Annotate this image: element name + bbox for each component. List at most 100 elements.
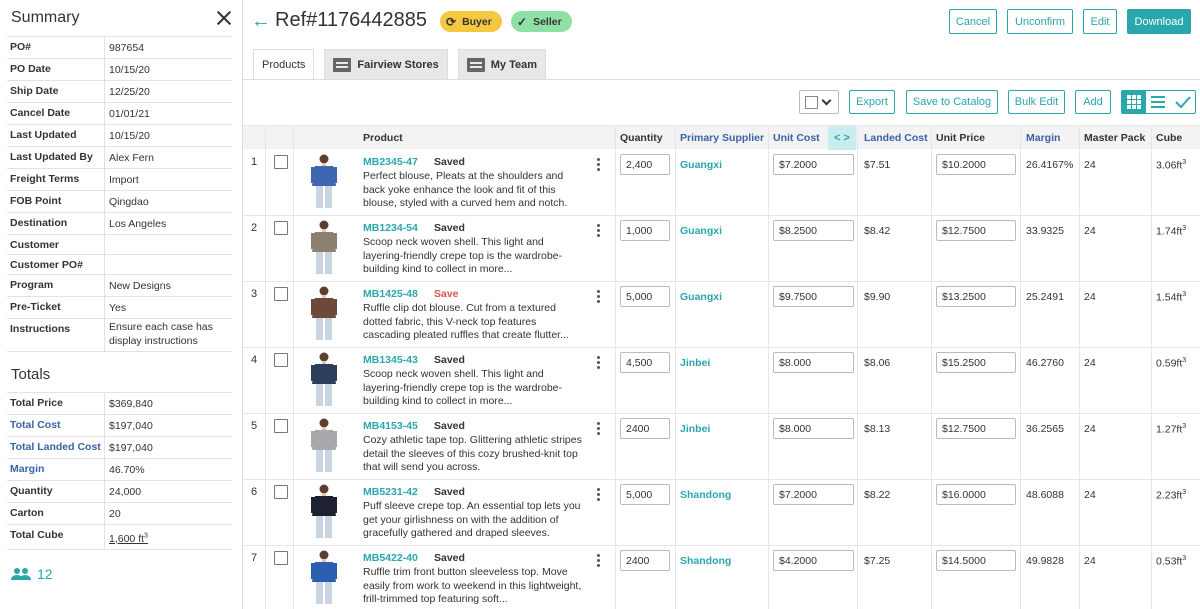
supplier-link[interactable]: Jinbei <box>680 357 710 369</box>
supplier-link[interactable]: Guangxi <box>680 159 722 171</box>
row-checkbox[interactable] <box>274 221 288 235</box>
unit-price-input[interactable] <box>936 220 1016 241</box>
product-sku-link[interactable]: MB2345-47 <box>363 156 418 168</box>
summary-row: Cancel Date 01/01/21 <box>7 103 232 125</box>
cube-value: 1.27ft3 <box>1156 423 1186 436</box>
master-pack-value: 24 <box>1084 489 1096 501</box>
quantity-input[interactable] <box>620 484 670 505</box>
supplier-link[interactable]: Shandong <box>680 489 731 501</box>
download-button[interactable]: Download <box>1127 9 1191 34</box>
quantity-input[interactable] <box>620 220 670 241</box>
close-icon[interactable] <box>216 10 232 26</box>
unit-cost-input[interactable] <box>773 484 854 505</box>
unit-price-input[interactable] <box>936 352 1016 373</box>
add-button[interactable]: Add <box>1075 90 1111 114</box>
row-checkbox[interactable] <box>274 485 288 499</box>
unit-cost-input[interactable] <box>773 418 854 439</box>
col-landed-cost[interactable]: Landed Cost <box>864 132 928 144</box>
sync-icon: ⟳ <box>446 14 457 29</box>
product-thumbnail[interactable] <box>307 483 341 541</box>
col-primary-supplier[interactable]: Primary Supplier <box>680 132 764 144</box>
unit-price-input[interactable] <box>936 286 1016 307</box>
save-to-catalog-button[interactable]: Save to Catalog <box>906 90 998 114</box>
cube-value: 3.06ft3 <box>1156 159 1186 172</box>
unit-cost-input[interactable] <box>773 352 854 373</box>
cancel-button[interactable]: Cancel <box>949 9 997 34</box>
unit-price-input[interactable] <box>936 484 1016 505</box>
product-sku-link[interactable]: MB1345-43 <box>363 354 418 366</box>
select-all-dropdown[interactable] <box>799 90 839 114</box>
more-vert-icon[interactable] <box>597 488 601 503</box>
quantity-input[interactable] <box>620 286 670 307</box>
view-toggle <box>1121 90 1196 114</box>
row-checkbox[interactable] <box>274 419 288 433</box>
more-vert-icon[interactable] <box>597 356 601 371</box>
tab-products-label: Products <box>262 59 306 71</box>
product-sku-link[interactable]: MB1234-54 <box>363 222 418 234</box>
totals-label: Margin <box>7 459 105 480</box>
product-sku-link[interactable]: MB1425-48 <box>363 288 418 300</box>
unit-cost-input[interactable] <box>773 154 854 175</box>
unit-price-input[interactable] <box>936 154 1016 175</box>
unit-price-input[interactable] <box>936 550 1016 571</box>
col-margin[interactable]: Margin <box>1026 132 1060 144</box>
tab-my-team[interactable]: My Team <box>457 49 547 79</box>
list-view-icon[interactable] <box>1146 91 1170 113</box>
column-scroll-arrows-icon[interactable]: < > <box>828 126 856 150</box>
product-thumbnail[interactable] <box>307 417 341 475</box>
quantity-input[interactable] <box>620 418 670 439</box>
totals-value: 20 <box>109 508 121 520</box>
supplier-link[interactable]: Guangxi <box>680 225 722 237</box>
col-quantity[interactable]: Quantity <box>620 132 663 144</box>
landed-cost-value: $9.90 <box>864 291 891 303</box>
unit-price-input[interactable] <box>936 418 1016 439</box>
team-count[interactable]: 12 <box>11 566 242 582</box>
more-vert-icon[interactable] <box>597 290 601 305</box>
supplier-link[interactable]: Jinbei <box>680 423 710 435</box>
unconfirm-button[interactable]: Unconfirm <box>1007 9 1073 34</box>
quantity-input[interactable] <box>620 352 670 373</box>
unit-cost-input[interactable] <box>773 550 854 571</box>
product-sku-link[interactable]: MB5422-40 <box>363 552 418 564</box>
unit-cost-input[interactable] <box>773 286 854 307</box>
product-thumbnail[interactable] <box>307 549 341 607</box>
bulk-edit-button[interactable]: Bulk Edit <box>1008 90 1065 114</box>
checklist-view-icon[interactable] <box>1171 91 1195 113</box>
row-checkbox[interactable] <box>274 287 288 301</box>
tab-products[interactable]: Products <box>253 49 315 80</box>
select-all-checkbox[interactable] <box>805 95 818 109</box>
edit-button[interactable]: Edit <box>1083 9 1117 34</box>
product-sku-link[interactable]: MB5231-42 <box>363 486 418 498</box>
summary-table: PO# 987654 PO Date 10/15/20 Ship Date 12/25/2… <box>7 36 232 352</box>
product-thumbnail[interactable] <box>307 351 341 409</box>
quantity-input[interactable] <box>620 154 670 175</box>
row-checkbox[interactable] <box>274 155 288 169</box>
unit-cost-input[interactable] <box>773 220 854 241</box>
product-thumbnail[interactable] <box>307 219 341 277</box>
export-button[interactable]: Export <box>849 90 895 114</box>
total-cube-link[interactable]: 1,600 ft3 <box>109 532 148 545</box>
row-checkbox[interactable] <box>274 353 288 367</box>
more-vert-icon[interactable] <box>597 422 601 437</box>
back-arrow-icon[interactable]: ← <box>251 10 271 33</box>
margin-value: 26.4167% <box>1026 159 1074 171</box>
tab-fairview-stores[interactable]: Fairview Stores <box>324 49 448 79</box>
col-unit-cost[interactable]: Unit Cost <box>773 132 820 144</box>
product-thumbnail[interactable] <box>307 153 341 211</box>
grid-view-icon[interactable] <box>1122 91 1147 113</box>
col-cube[interactable]: Cube <box>1156 132 1182 144</box>
supplier-link[interactable]: Shandong <box>680 555 731 567</box>
row-checkbox[interactable] <box>274 551 288 565</box>
more-vert-icon[interactable] <box>597 554 601 569</box>
quantity-input[interactable] <box>620 550 670 571</box>
more-vert-icon[interactable] <box>597 158 601 173</box>
summary-label: Freight Terms <box>7 169 105 190</box>
landed-cost-value: $8.42 <box>864 225 891 237</box>
more-vert-icon[interactable] <box>597 224 601 239</box>
col-master-pack[interactable]: Master Pack <box>1084 132 1145 144</box>
col-unit-price[interactable]: Unit Price <box>936 132 985 144</box>
col-product[interactable]: Product <box>363 132 403 144</box>
product-sku-link[interactable]: MB4153-45 <box>363 420 418 432</box>
product-thumbnail[interactable] <box>307 285 341 343</box>
supplier-link[interactable]: Guangxi <box>680 291 722 303</box>
